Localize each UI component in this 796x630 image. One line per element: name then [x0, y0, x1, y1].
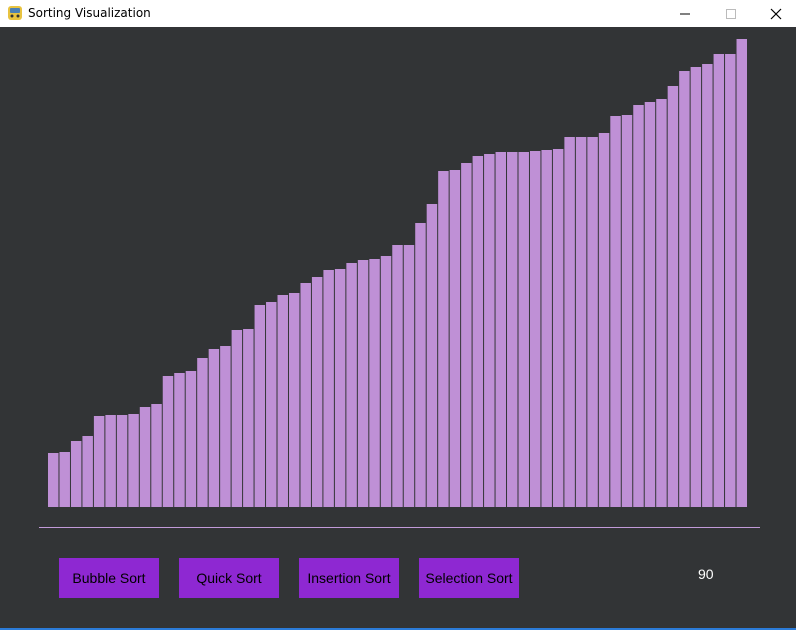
bar: [667, 86, 679, 507]
bar: [128, 414, 139, 507]
close-button[interactable]: [753, 0, 796, 27]
bar: [266, 302, 277, 507]
maximize-button[interactable]: [708, 0, 754, 27]
bar: [151, 404, 162, 507]
array-size-readout: 90: [698, 566, 714, 582]
bar: [426, 204, 438, 507]
bar: [116, 415, 128, 507]
bar: [403, 245, 415, 507]
bar: [679, 71, 690, 507]
bar: [518, 152, 529, 507]
bar: [438, 171, 449, 507]
bar: [725, 54, 736, 507]
bar: [59, 452, 70, 507]
bar: [334, 269, 346, 507]
window-title: Sorting Visualization: [28, 6, 151, 20]
baseline-divider: [39, 527, 760, 528]
bar: [231, 330, 243, 507]
quick-sort-button[interactable]: Quick Sort: [179, 558, 279, 598]
title-bar: Sorting Visualization: [0, 0, 796, 27]
selection-sort-button[interactable]: Selection Sort: [419, 558, 519, 598]
bar: [564, 137, 575, 507]
bar: [690, 67, 702, 507]
bar: [357, 260, 369, 507]
bar: [461, 163, 472, 507]
bar: [369, 259, 380, 507]
bar: [243, 329, 254, 507]
insertion-sort-button[interactable]: Insertion Sort: [299, 558, 399, 598]
bar: [529, 151, 541, 507]
bar: [277, 295, 288, 507]
bar: [621, 115, 633, 507]
bar: [702, 64, 713, 507]
bar: [174, 373, 185, 507]
bar: [598, 133, 610, 507]
bubble-sort-button[interactable]: Bubble Sort: [59, 558, 159, 598]
bar: [736, 39, 747, 507]
bar: [311, 277, 323, 507]
bar: [93, 416, 105, 507]
bar: [610, 116, 621, 507]
bar: [139, 407, 151, 507]
bar: [197, 358, 208, 507]
bar: [254, 305, 266, 507]
bar: [346, 263, 357, 507]
bar: [70, 441, 82, 507]
minimize-button[interactable]: [662, 0, 708, 27]
close-icon: [770, 8, 782, 19]
bar: [713, 54, 725, 507]
bar: [380, 256, 392, 507]
bar: [587, 137, 598, 507]
bar: [82, 436, 93, 507]
bar: [484, 154, 495, 507]
python-icon: [8, 6, 22, 20]
bar: [300, 283, 311, 507]
bar: [472, 156, 484, 507]
bar: [105, 415, 116, 507]
bar: [323, 270, 334, 507]
bar: [162, 376, 174, 507]
bar: [220, 346, 231, 507]
bar: [507, 152, 518, 507]
bar: [288, 293, 300, 507]
bar: [552, 149, 564, 507]
maximize-icon: [726, 8, 736, 19]
bar: [449, 170, 461, 507]
bar-chart: [48, 39, 747, 507]
bar: [633, 105, 644, 507]
bar: [541, 150, 552, 507]
bar: [48, 453, 59, 507]
bar: [392, 245, 403, 507]
bar: [415, 223, 426, 507]
bar: [575, 137, 587, 507]
bar: [495, 152, 507, 507]
visualization-canvas: Bubble Sort Quick Sort Insertion Sort Se…: [0, 27, 796, 628]
minimize-icon: [680, 13, 690, 14]
bar: [656, 99, 667, 507]
bar: [644, 102, 656, 507]
bar: [185, 371, 197, 507]
bar: [208, 349, 220, 507]
